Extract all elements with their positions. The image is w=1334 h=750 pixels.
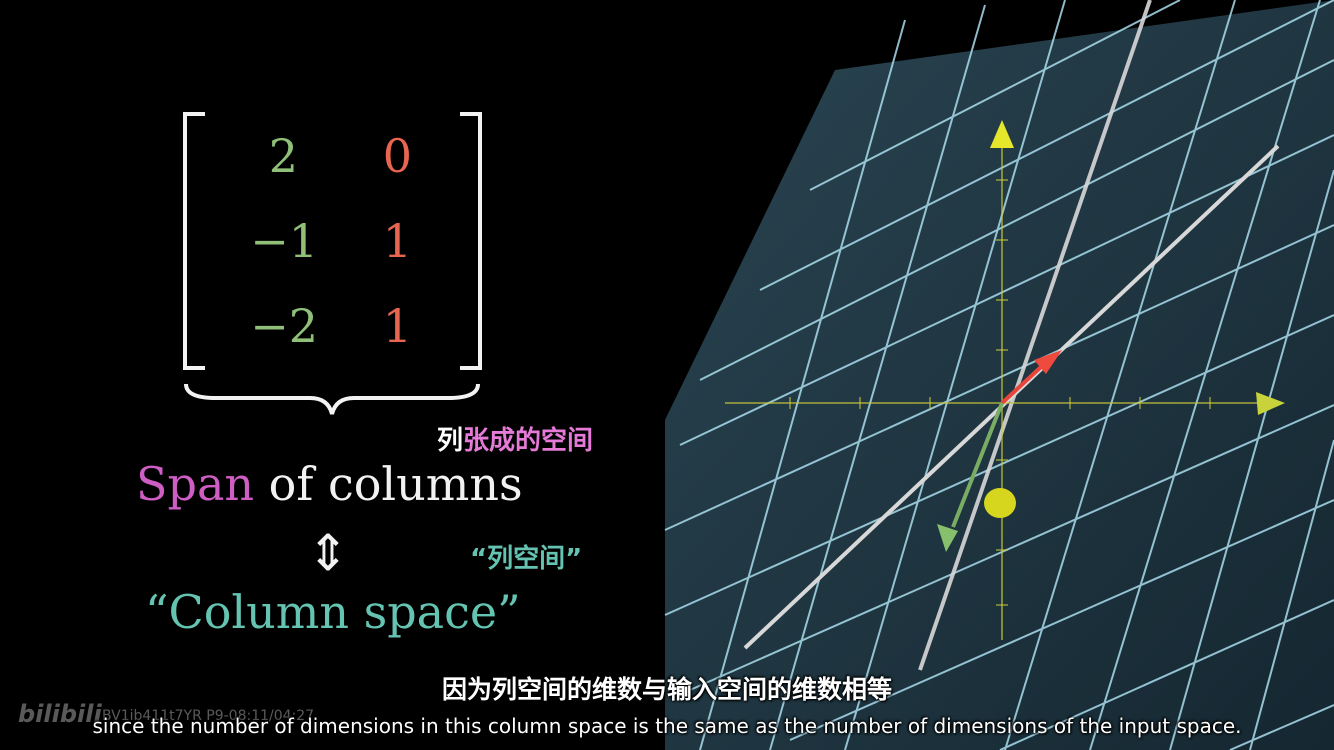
video-frame: 2 0 −1 1 −2 1 列张成的空间 Span of columns ⇕ “… (0, 0, 1334, 750)
grid-plane (665, 0, 1334, 750)
matrix-cell-r1-c1: 2 (268, 129, 298, 183)
z-axis-cone (984, 488, 1016, 518)
matrix-cell-r3-c1: −2 (250, 299, 318, 353)
zh-span-label: 列张成的空间 (437, 426, 593, 456)
matrix-left-bracket (183, 112, 205, 370)
zh-span-prefix: 列 (437, 426, 464, 456)
zh-span-rest: 张成的空间 (463, 426, 594, 456)
underbrace (184, 383, 480, 415)
equivalence-arrow: ⇕ (307, 524, 349, 582)
matrix-cell-r1-c2: 0 (382, 129, 412, 183)
column-space-label: “Column space” (145, 585, 521, 639)
subtitle-english: since the number of dimensions in this c… (92, 714, 1242, 738)
matrix-right-bracket (460, 112, 482, 370)
matrix-cell-r2-c2: 1 (382, 214, 412, 268)
matrix-cell-r3-c2: 1 (382, 299, 412, 353)
span-rest: of columns (254, 457, 523, 511)
span-of-columns-label: Span of columns (136, 456, 523, 512)
span-word: Span (136, 457, 255, 511)
subtitle-chinese: 因为列空间的维数与输入空间的维数相等 (441, 675, 892, 704)
zh-column-space-label: “列空间” (470, 544, 583, 574)
matrix-cell-r2-c1: −1 (250, 214, 318, 268)
